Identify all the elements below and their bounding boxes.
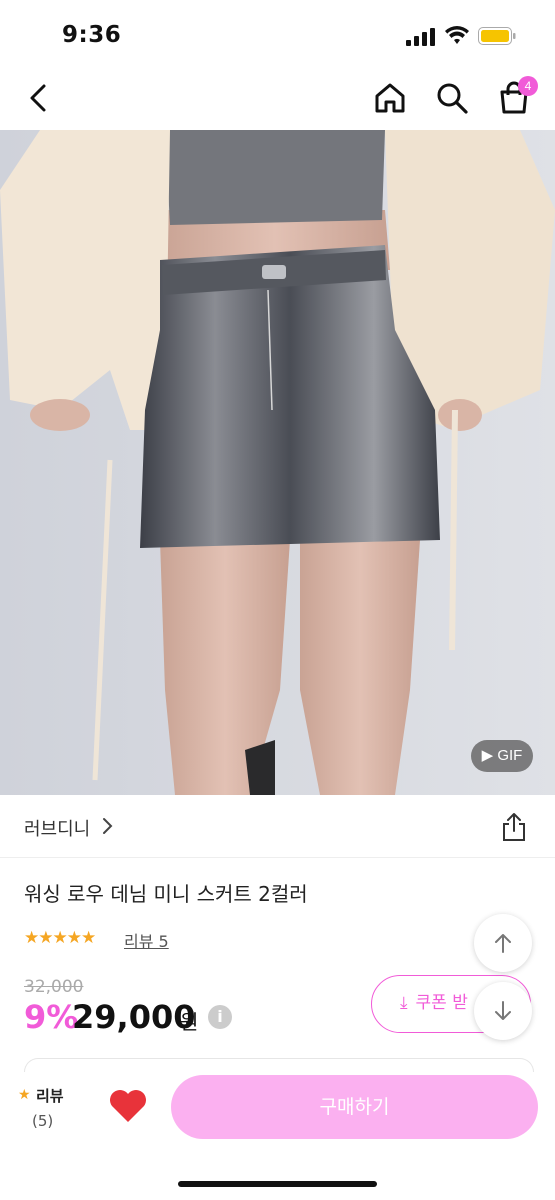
cart-count-badge: 4 — [518, 76, 538, 96]
status-time: 9:36 — [62, 22, 122, 48]
arrow-down-icon — [495, 1001, 511, 1020]
bottom-review-count[interactable]: (5) — [32, 1112, 53, 1130]
original-price: 32,000 — [24, 977, 84, 997]
buy-button[interactable]: 구매하기 — [171, 1075, 538, 1139]
scroll-down-button[interactable] — [474, 982, 532, 1040]
back-arrow-icon[interactable] — [24, 83, 54, 113]
chevron-right-icon[interactable] — [100, 817, 114, 835]
sale-price: 29,000 — [72, 998, 196, 1036]
cellular-signal-icon — [406, 28, 435, 46]
product-image[interactable] — [0, 130, 555, 795]
currency-label: 원 — [180, 1010, 199, 1034]
bottom-review-label[interactable]: 리뷰 — [36, 1085, 64, 1106]
share-icon[interactable] — [500, 812, 528, 842]
scroll-up-button[interactable] — [474, 914, 532, 972]
heart-icon[interactable] — [108, 1088, 148, 1124]
discount-rate: 9% — [24, 998, 79, 1036]
download-icon: ⤓ — [400, 993, 408, 1013]
option-card-edge — [24, 1058, 534, 1073]
review-link[interactable]: 리뷰 5 — [124, 928, 169, 952]
search-icon[interactable] — [434, 80, 470, 116]
rating-stars: ★★★★★ — [24, 928, 96, 948]
battery-icon — [478, 27, 516, 45]
top-nav — [0, 70, 555, 130]
product-title: 워싱 로우 데님 미니 스커트 2컬러 — [24, 882, 308, 906]
wifi-icon — [445, 26, 469, 44]
gif-badge[interactable]: ▶ GIF — [471, 740, 533, 772]
arrow-up-icon — [495, 934, 511, 953]
star-icon: ★ — [18, 1087, 31, 1103]
coupon-label: 쿠폰 받 — [415, 993, 468, 1013]
store-name-link[interactable]: 러브디니 — [24, 815, 90, 841]
home-icon[interactable] — [372, 80, 408, 116]
product-photo-illustration — [0, 130, 555, 795]
home-indicator — [178, 1181, 377, 1187]
info-icon[interactable]: i — [208, 1005, 232, 1029]
